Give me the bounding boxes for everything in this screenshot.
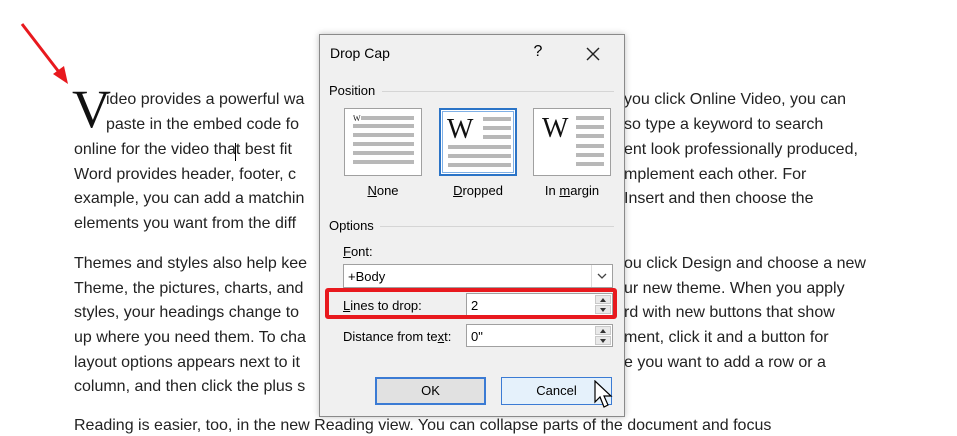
option-dropped[interactable]: W bbox=[439, 108, 517, 176]
doc-line-right: ou click Design and choose a new bbox=[624, 255, 866, 272]
doc-line: Word provides header, footer, c bbox=[74, 166, 297, 183]
dialog-title: Drop Cap bbox=[330, 45, 390, 61]
spin-down-button[interactable] bbox=[595, 336, 611, 345]
doc-line-right: mplement each other. For bbox=[624, 166, 807, 183]
doc-line: Themes and styles also help kee bbox=[74, 255, 308, 272]
annotation-highlight-box bbox=[325, 288, 617, 319]
preview-letter: W bbox=[353, 114, 361, 123]
option-none-label: None bbox=[367, 183, 399, 198]
ok-button[interactable]: OK bbox=[375, 377, 486, 405]
arrow-down-icon bbox=[600, 339, 606, 343]
font-select[interactable]: +Body bbox=[343, 264, 613, 288]
preview-letter: W bbox=[542, 113, 569, 144]
drop-cap-dialog: Drop Cap ? Position W None W Dropped W I… bbox=[319, 34, 625, 417]
close-icon[interactable] bbox=[582, 43, 604, 65]
distance-from-text-value: 0" bbox=[471, 329, 483, 344]
doc-line: online for the video that best fit bbox=[74, 141, 292, 158]
doc-line-right: ent look professionally produced, bbox=[624, 141, 858, 158]
doc-line-right: ur new theme. When you apply bbox=[624, 280, 845, 297]
position-group-label: Position bbox=[329, 83, 376, 98]
mouse-pointer-icon bbox=[594, 380, 613, 408]
dropdown-button[interactable] bbox=[591, 265, 612, 287]
doc-line: up where you need them. To cha bbox=[74, 329, 306, 346]
preview-letter: W bbox=[447, 114, 474, 145]
options-group-label: Options bbox=[329, 218, 374, 233]
doc-line: Theme, the pictures, charts, and bbox=[74, 280, 304, 297]
doc-line: example, you can add a matchin bbox=[74, 190, 305, 207]
help-button[interactable]: ? bbox=[530, 43, 546, 61]
doc-line: layout options appears next to it bbox=[74, 354, 300, 371]
annotation-arrow-icon bbox=[20, 23, 68, 84]
doc-line: paste in the embed code fo bbox=[106, 116, 300, 133]
distance-from-text-label: Distance from text: bbox=[343, 329, 452, 344]
doc-line-right: rd with new buttons that show bbox=[624, 304, 835, 321]
option-dropped-label: Dropped bbox=[453, 183, 503, 198]
option-in-margin[interactable]: W bbox=[533, 108, 611, 176]
doc-line-right: e you want to add a row or a bbox=[624, 354, 826, 371]
arrow-up-icon bbox=[600, 329, 606, 333]
doc-line-right: so type a keyword to search bbox=[624, 116, 824, 133]
doc-line: Reading is easier, too, in the new Readi… bbox=[74, 417, 772, 434]
doc-line-right: you click Online Video, you can bbox=[624, 91, 847, 108]
text-cursor bbox=[235, 143, 236, 161]
spin-up-button[interactable] bbox=[595, 326, 611, 335]
group-divider bbox=[380, 226, 614, 227]
doc-line: ideo provides a powerful wa bbox=[106, 91, 305, 108]
doc-line-right: ment, click it and a button for bbox=[624, 329, 829, 346]
font-label: Font: bbox=[343, 244, 373, 259]
distance-from-text-spinner[interactable]: 0" bbox=[466, 324, 613, 347]
doc-line: column, and then click the plus s bbox=[74, 378, 306, 395]
font-value: +Body bbox=[348, 269, 386, 284]
doc-line-right: Insert and then choose the bbox=[624, 190, 814, 207]
group-divider bbox=[382, 91, 614, 92]
doc-line: elements you want from the diff bbox=[74, 215, 297, 232]
option-none[interactable]: W bbox=[344, 108, 422, 176]
chevron-down-icon bbox=[597, 273, 607, 279]
doc-line: styles, your headings change to bbox=[74, 304, 300, 321]
option-in-margin-label: In margin bbox=[544, 183, 600, 198]
